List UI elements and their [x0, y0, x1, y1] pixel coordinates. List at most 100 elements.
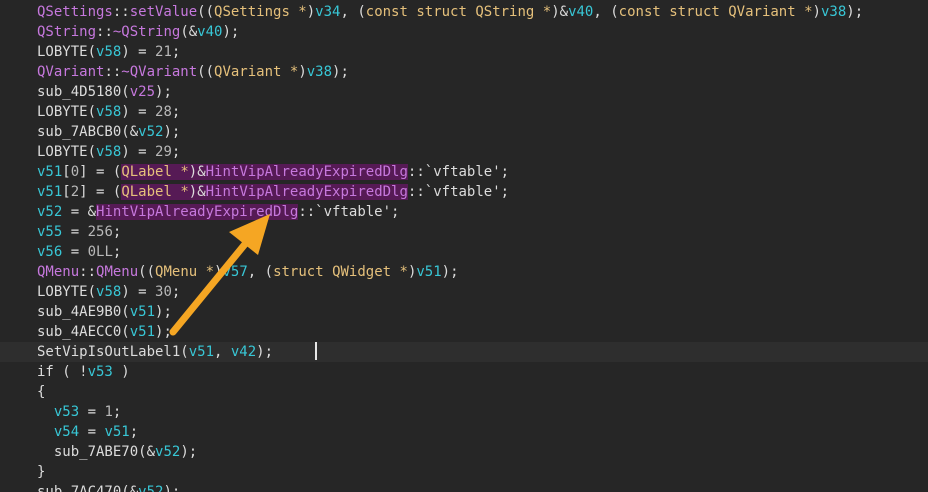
code-line[interactable]: v52 = &HintVipAlreadyExpiredDlg::`vftabl…	[0, 202, 928, 222]
code-line[interactable]: sub_4AECC0(v51);	[0, 322, 928, 342]
code-token: v38	[820, 4, 847, 20]
code-token: LOBYTE(	[37, 144, 97, 160]
code-line[interactable]: LOBYTE(v58) = 28;	[0, 102, 928, 122]
code-token: ~QString	[112, 24, 181, 40]
code-token: ,	[214, 344, 231, 360]
code-token: )&	[551, 4, 569, 20]
code-token: )	[298, 64, 307, 80]
code-line[interactable]: v53 = 1;	[0, 402, 928, 422]
code-editor[interactable]: QSettings::setValue((QSettings *)v34, (c…	[0, 0, 928, 492]
code-token: sub_7ABE70(&	[37, 444, 156, 460]
code-token: QVariant	[37, 64, 105, 80]
code-token: ) =	[121, 44, 156, 60]
code-token: SetVipIsOutLabel1(	[37, 344, 189, 360]
code-token: )&	[188, 164, 206, 180]
code-token: ;	[171, 44, 181, 60]
code-line[interactable]: sub_4AE9B0(v51);	[0, 302, 928, 322]
code-line[interactable]: v51[0] = (QLabel *)&HintVipAlreadyExpire…	[0, 162, 928, 182]
code-line[interactable]: sub_7ABCB0(&v52);	[0, 122, 928, 142]
code-line[interactable]: {	[0, 382, 928, 402]
code-line-current[interactable]: SetVipIsOutLabel1(v51, v42);	[0, 342, 928, 362]
code-token: )	[112, 364, 130, 380]
code-token: ::	[96, 24, 113, 40]
code-token: 21	[155, 44, 172, 60]
code-token: v51	[416, 264, 442, 280]
code-token: 0LL	[87, 244, 113, 260]
code-token: v40	[197, 24, 223, 40]
code-token: LOBYTE(	[37, 44, 97, 60]
code-token: LOBYTE(	[37, 104, 97, 120]
code-token: );	[163, 484, 181, 492]
code-token: ) =	[121, 284, 156, 300]
code-token: HintVipAlreadyExpiredDlg	[96, 204, 299, 220]
code-line[interactable]: }	[0, 462, 928, 482]
code-token: , (	[247, 264, 274, 280]
code-line[interactable]: sub_7AC470(&v52);	[0, 482, 928, 492]
code-token: QMenu	[37, 264, 80, 280]
code-line[interactable]: LOBYTE(v58) = 21;	[0, 42, 928, 62]
code-token: ((	[197, 4, 215, 20]
code-token: QSettings	[37, 4, 113, 20]
code-token: QLabel *	[121, 184, 189, 200]
code-token: ::`vftable';	[407, 164, 510, 180]
code-token: =	[62, 244, 88, 260]
code-token: ] = (	[79, 184, 122, 200]
code-token: 256	[87, 224, 113, 240]
code-token: ((	[197, 64, 215, 80]
code-token: );	[155, 324, 172, 340]
code-token: 28	[155, 104, 172, 120]
code-token: sub_4D5180(	[37, 84, 130, 100]
code-token: (&	[180, 24, 198, 40]
code-line[interactable]: sub_7ABE70(&v52);	[0, 442, 928, 462]
code-token: v40	[568, 4, 594, 20]
code-line[interactable]: QSettings::setValue((QSettings *)v34, (c…	[0, 2, 928, 22]
code-token: v51	[104, 424, 130, 440]
code-token: );	[155, 84, 172, 100]
code-token: v52	[138, 484, 164, 492]
code-line[interactable]: QMenu::QMenu((QMenu *)v57, (struct QWidg…	[0, 262, 928, 282]
code-token: sub_4AECC0(	[37, 324, 130, 340]
code-line[interactable]: LOBYTE(v58) = 29;	[0, 142, 928, 162]
code-token: v58	[96, 44, 122, 60]
code-token: v51	[37, 184, 63, 200]
code-token: ((	[138, 264, 156, 280]
code-token: v42	[230, 344, 257, 360]
code-token: v52	[138, 124, 164, 140]
code-token: HintVipAlreadyExpiredDlg	[205, 164, 408, 180]
code-line[interactable]: QString::~QString(&v40);	[0, 22, 928, 42]
code-token: v51	[37, 164, 63, 180]
code-token: v52	[37, 204, 63, 220]
code-token: )&	[188, 184, 206, 200]
code-token: QVariant *	[214, 64, 299, 80]
code-token: {	[37, 384, 46, 400]
code-token: );	[256, 344, 274, 360]
code-line[interactable]: QVariant::~QVariant((QVariant *)v38);	[0, 62, 928, 82]
code-token: , (	[593, 4, 619, 20]
code-token: v38	[306, 64, 333, 80]
code-token: [	[62, 164, 71, 180]
code-token: v51	[129, 324, 156, 340]
code-line[interactable]: v55 = 256;	[0, 222, 928, 242]
code-token: ::`vftable';	[298, 204, 400, 220]
code-line[interactable]: v56 = 0LL;	[0, 242, 928, 262]
code-token: 1	[104, 404, 113, 420]
code-token: ;	[112, 404, 122, 420]
code-token: QString	[37, 24, 97, 40]
code-token: if ( !	[37, 364, 88, 380]
code-line[interactable]: LOBYTE(v58) = 30;	[0, 282, 928, 302]
code-token: v58	[96, 284, 122, 300]
code-line[interactable]: sub_4D5180(v25);	[0, 82, 928, 102]
code-line[interactable]: v54 = v51;	[0, 422, 928, 442]
code-token: v53	[87, 364, 113, 380]
code-line[interactable]: v51[2] = (QLabel *)&HintVipAlreadyExpire…	[0, 182, 928, 202]
code-token: setValue	[129, 4, 198, 20]
code-line[interactable]: if ( !v53 )	[0, 362, 928, 382]
code-token: v52	[155, 444, 181, 460]
code-token: struct QWidget *	[273, 264, 408, 280]
code-token: const struct QString *	[365, 4, 552, 20]
code-token: 29	[155, 144, 172, 160]
code-token: QLabel *	[121, 164, 189, 180]
code-token: ;	[129, 424, 139, 440]
